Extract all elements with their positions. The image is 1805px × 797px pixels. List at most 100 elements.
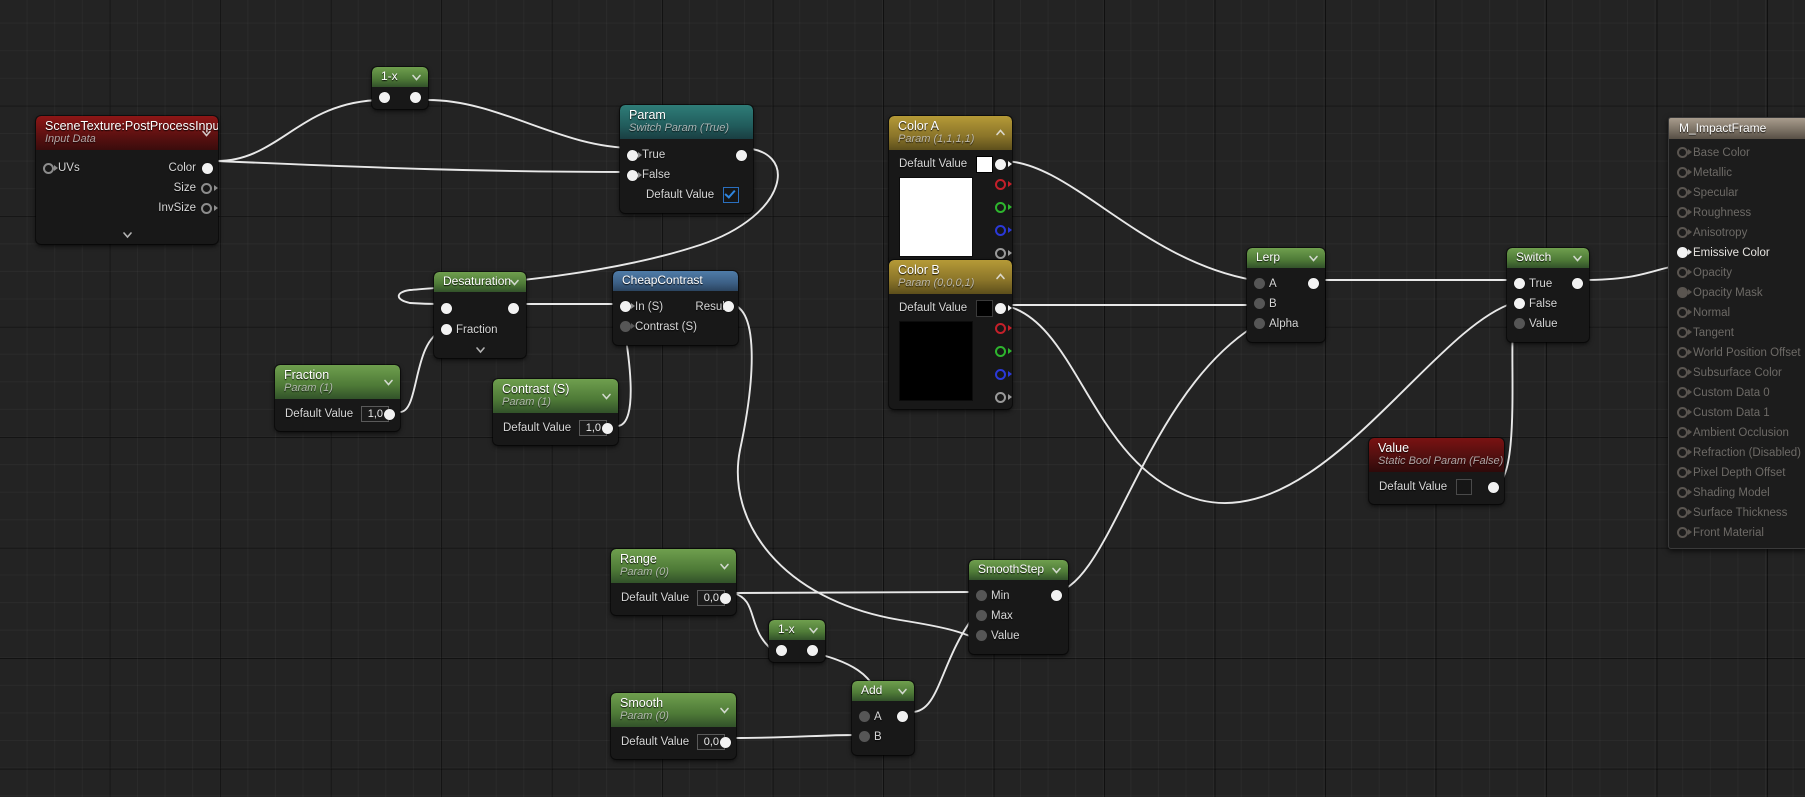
material-pin-row[interactable]: Anisotropy [1669, 222, 1805, 242]
input-pin-icon[interactable] [1254, 318, 1265, 330]
input-pin-icon[interactable] [1254, 298, 1265, 310]
pin-row-in-s[interactable]: In (S) Result [613, 297, 738, 317]
material-input-pin-icon[interactable] [1677, 506, 1688, 518]
material-input-pin-icon[interactable] [1677, 286, 1688, 298]
output-pin-g[interactable] [995, 202, 1006, 214]
node-value-static-bool[interactable]: Value Static Bool Param (False) Default … [1369, 438, 1504, 505]
material-pin-row[interactable]: Emissive Color [1669, 242, 1805, 262]
pin-row-contrast-s[interactable]: Contrast (S) [613, 317, 738, 337]
input-pin-icon[interactable] [379, 91, 390, 103]
input-pin-icon[interactable] [620, 301, 631, 313]
material-pin-row[interactable]: Surface Thickness [1669, 502, 1805, 522]
material-pin-row[interactable]: World Position Offset [1669, 342, 1805, 362]
node-color-a[interactable]: Color A Param (1,1,1,1) Default Value [889, 116, 1012, 266]
output-pin-r[interactable] [995, 179, 1006, 191]
material-input-pin-icon[interactable] [1677, 166, 1688, 178]
output-pin-icon[interactable] [1488, 481, 1499, 493]
node-scene-texture[interactable]: SceneTexture:PostProcessInput0 Input Dat… [36, 116, 218, 245]
default-value-row[interactable]: Default Value [620, 185, 753, 205]
pin-row-false[interactable]: False [620, 165, 753, 185]
default-value-row[interactable]: Default Value 0,0 [611, 588, 736, 608]
output-pin-icon[interactable] [602, 422, 613, 434]
chevron-down-icon[interactable] [201, 128, 212, 139]
node-cheap-contrast[interactable]: CheapContrast In (S) Result Contrast (S) [613, 271, 738, 345]
material-pin-row[interactable]: Base Color [1669, 142, 1805, 162]
node-param-switch[interactable]: Param Switch Param (True) True False Def… [620, 105, 753, 214]
chevron-down-icon[interactable] [383, 377, 394, 388]
input-pin-icon[interactable] [976, 590, 987, 602]
material-input-pin-icon[interactable] [1677, 146, 1688, 158]
input-pin-icon[interactable] [859, 711, 870, 723]
pin-row-b[interactable]: B [1247, 294, 1325, 314]
output-pin-icon[interactable] [1572, 278, 1583, 290]
node-smooth-step[interactable]: SmoothStep Min Max Value [969, 560, 1068, 654]
node-add[interactable]: Add A B [852, 681, 914, 755]
chevron-down-icon[interactable] [1051, 564, 1062, 575]
input-pin-icon[interactable] [1254, 278, 1265, 290]
material-input-pin-icon[interactable] [1677, 226, 1688, 238]
output-pin-r[interactable] [995, 323, 1006, 335]
pin-row-color[interactable]: Color [36, 158, 218, 178]
material-pin-row[interactable]: Custom Data 1 [1669, 402, 1805, 422]
pin-row-true[interactable]: True [620, 145, 753, 165]
material-input-pin-icon[interactable] [1677, 526, 1688, 538]
output-pin-icon[interactable] [720, 736, 731, 748]
material-input-pin-icon[interactable] [1677, 366, 1688, 378]
pin-row-a[interactable]: A [852, 707, 914, 727]
default-value-row[interactable]: Default Value 1,0 [275, 404, 400, 424]
input-pin-icon[interactable] [976, 630, 987, 642]
node-contrast-param[interactable]: Contrast (S) Param (1) Default Value 1,0 [493, 379, 618, 446]
node-one-minus-x-bottom[interactable]: 1-x [769, 620, 825, 662]
pin-row-b[interactable]: B [852, 727, 914, 747]
chevron-down-icon[interactable] [601, 391, 612, 402]
output-pin-icon[interactable] [202, 162, 213, 174]
pin-row-input[interactable] [434, 298, 526, 320]
material-pin-row[interactable]: Tangent [1669, 322, 1805, 342]
material-pin-row[interactable]: Opacity [1669, 262, 1805, 282]
material-pin-row[interactable]: Shading Model [1669, 482, 1805, 502]
material-input-pin-icon[interactable] [1677, 246, 1688, 258]
input-pin-icon[interactable] [627, 149, 638, 161]
node-desaturation[interactable]: Desaturation Fraction [434, 272, 526, 358]
chevron-down-icon[interactable] [719, 705, 730, 716]
input-pin-icon[interactable] [441, 302, 452, 314]
material-input-pin-icon[interactable] [1677, 306, 1688, 318]
node-color-b[interactable]: Color B Param (0,0,0,1) Default Value [889, 260, 1012, 410]
chevron-down-icon[interactable] [719, 561, 730, 572]
pin-row-size[interactable]: Size [36, 178, 218, 198]
pin-row-a[interactable]: A [1247, 274, 1325, 294]
node-material-output[interactable]: M_ImpactFrame Base Color Metallic Specular… [1668, 117, 1805, 549]
material-pin-row[interactable]: Front Material [1669, 522, 1805, 542]
material-input-pin-icon[interactable] [1677, 206, 1688, 218]
pin-row-alpha[interactable]: Alpha [1247, 314, 1325, 334]
output-pin-icon[interactable] [410, 91, 421, 103]
node-switch[interactable]: Switch True False Value [1507, 248, 1589, 342]
node-one-minus-x-top[interactable]: 1-x [372, 67, 428, 109]
material-pin-row[interactable]: Custom Data 0 [1669, 382, 1805, 402]
material-pin-row[interactable]: Roughness [1669, 202, 1805, 222]
node-range-param[interactable]: Range Param (0) Default Value 0,0 [611, 549, 736, 616]
default-value-row[interactable]: Default Value 1,0 [493, 418, 618, 438]
output-pin-a[interactable] [995, 392, 1006, 404]
chevron-up-icon[interactable] [995, 272, 1006, 283]
input-pin-icon[interactable] [1514, 278, 1525, 290]
output-pin-rgb[interactable] [995, 158, 1006, 170]
material-pin-row[interactable]: Opacity Mask [1669, 282, 1805, 302]
node-expand-chevron-icon[interactable] [122, 229, 133, 240]
chevron-down-icon[interactable] [808, 624, 819, 635]
node-fraction-param[interactable]: Fraction Param (1) Default Value 1,0 [275, 365, 400, 432]
default-value-checkbox[interactable] [1456, 479, 1473, 496]
input-pin-icon[interactable] [1514, 318, 1525, 330]
material-pin-row[interactable]: Normal [1669, 302, 1805, 322]
material-input-pin-icon[interactable] [1677, 266, 1688, 278]
output-pin-icon[interactable] [1051, 590, 1062, 602]
material-input-pin-icon[interactable] [1677, 446, 1688, 458]
output-pin-icon[interactable] [897, 711, 908, 723]
pin-row-max[interactable]: Max [969, 606, 1068, 626]
color-swatch[interactable] [976, 299, 994, 317]
output-pin-rgb[interactable] [995, 302, 1006, 314]
pin-row-min[interactable]: Min [969, 586, 1068, 606]
pin-row-invsize[interactable]: InvSize [36, 198, 218, 218]
pin-row-false[interactable]: False [1507, 294, 1589, 314]
output-pin-b[interactable] [995, 225, 1006, 237]
